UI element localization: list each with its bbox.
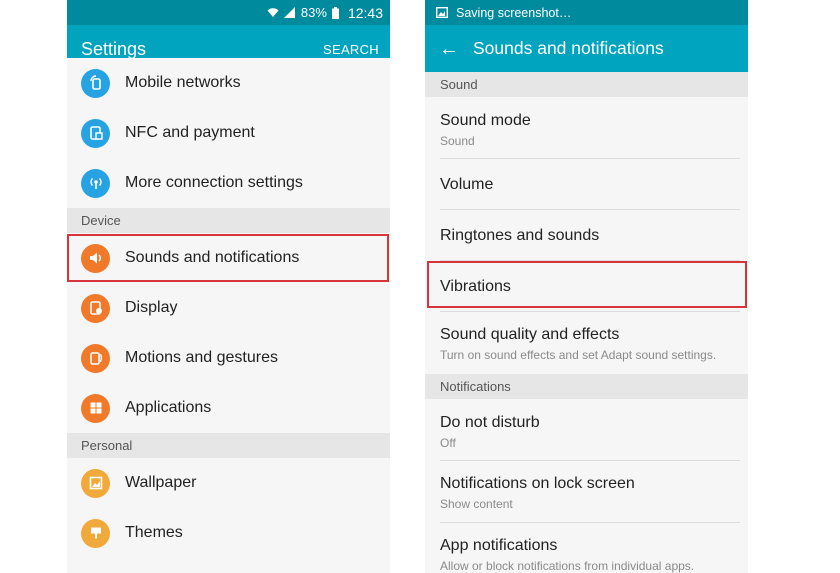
clock: 12:43 xyxy=(347,4,383,21)
wallpaper-icon xyxy=(81,468,110,498)
settings-item-applications[interactable]: Applications xyxy=(67,383,390,433)
screenshot-icon xyxy=(436,7,448,18)
settings-item-nfc[interactable]: NFC and payment xyxy=(67,108,390,158)
sound-item-volume[interactable]: Volume xyxy=(425,159,748,210)
item-subtitle: Show content xyxy=(440,497,513,511)
notification-item-do-not-disturb[interactable]: Do not disturb Off xyxy=(425,399,748,461)
row-label: Motions and gestures xyxy=(125,349,278,366)
settings-item-motions[interactable]: Motions and gestures xyxy=(67,333,390,383)
row-label: Applications xyxy=(125,399,212,416)
settings-item-mobile-networks[interactable]: Mobile networks xyxy=(67,58,390,108)
status-bar: Saving screenshot… xyxy=(425,0,748,25)
search-button[interactable]: SEARCH xyxy=(323,42,379,57)
status-bar: 83% 12:43 xyxy=(67,0,390,25)
settings-item-themes[interactable]: Themes xyxy=(67,508,390,558)
highlight-box xyxy=(67,234,389,282)
sounds-notifications-screen: Saving screenshot… ← Sounds and notifica… xyxy=(425,0,748,573)
row-label: Display xyxy=(125,299,178,316)
row-label: More connection settings xyxy=(125,174,303,191)
highlight-box xyxy=(427,261,747,308)
row-label: Wallpaper xyxy=(125,474,197,491)
item-subtitle: Turn on sound effects and set Adapt soun… xyxy=(440,348,717,362)
sound-item-sound-mode[interactable]: Sound mode Sound xyxy=(425,97,748,159)
page-title: Sounds and notifications xyxy=(473,38,664,58)
battery-icon xyxy=(331,6,339,19)
nfc-icon xyxy=(81,118,110,148)
notification-item-app-notifications[interactable]: App notifications Allow or block notific… xyxy=(425,523,748,573)
connection-icon xyxy=(81,168,110,198)
item-subtitle: Allow or block notifications from indivi… xyxy=(440,559,695,573)
motions-icon xyxy=(81,343,110,373)
signal-icon xyxy=(283,7,296,18)
battery-percent: 83% xyxy=(300,5,327,20)
sound-item-quality-effects[interactable]: Sound quality and effects Turn on sound … xyxy=(425,312,748,374)
item-title: App notifications xyxy=(440,537,558,554)
item-subtitle: Sound xyxy=(440,134,475,148)
section-header-personal: Personal xyxy=(67,433,390,458)
app-bar: ← Sounds and notifications xyxy=(425,25,748,72)
mobile-networks-icon xyxy=(81,68,110,98)
item-title: Notifications on lock screen xyxy=(440,475,635,492)
row-label: Themes xyxy=(125,524,183,541)
notification-item-lock-screen[interactable]: Notifications on lock screen Show conten… xyxy=(425,461,748,523)
display-icon xyxy=(81,293,110,323)
section-header-notifications: Notifications xyxy=(425,374,748,399)
settings-item-more-connection[interactable]: More connection settings xyxy=(67,158,390,208)
item-title: Sound mode xyxy=(440,112,531,129)
themes-icon xyxy=(81,518,110,548)
row-label: Mobile networks xyxy=(125,74,241,91)
item-title: Ringtones and sounds xyxy=(440,227,600,244)
page-title: Settings xyxy=(81,39,147,59)
settings-item-wallpaper[interactable]: Wallpaper xyxy=(67,458,390,508)
status-text: Saving screenshot… xyxy=(456,5,572,20)
row-label: NFC and payment xyxy=(125,124,255,141)
section-header-device: Device xyxy=(67,208,390,233)
wifi-icon xyxy=(267,7,279,18)
section-header-sound: Sound xyxy=(425,72,748,97)
settings-screen: 83% 12:43 Settings SEARCH Mobile network… xyxy=(67,0,390,573)
item-title: Volume xyxy=(440,176,494,193)
settings-item-display[interactable]: Display xyxy=(67,283,390,333)
sound-item-ringtones[interactable]: Ringtones and sounds xyxy=(425,210,748,261)
item-title: Do not disturb xyxy=(440,414,540,431)
item-subtitle: Off xyxy=(440,436,456,450)
item-title: Sound quality and effects xyxy=(440,326,620,343)
applications-icon xyxy=(81,393,110,423)
back-arrow-icon[interactable]: ← xyxy=(439,39,459,59)
